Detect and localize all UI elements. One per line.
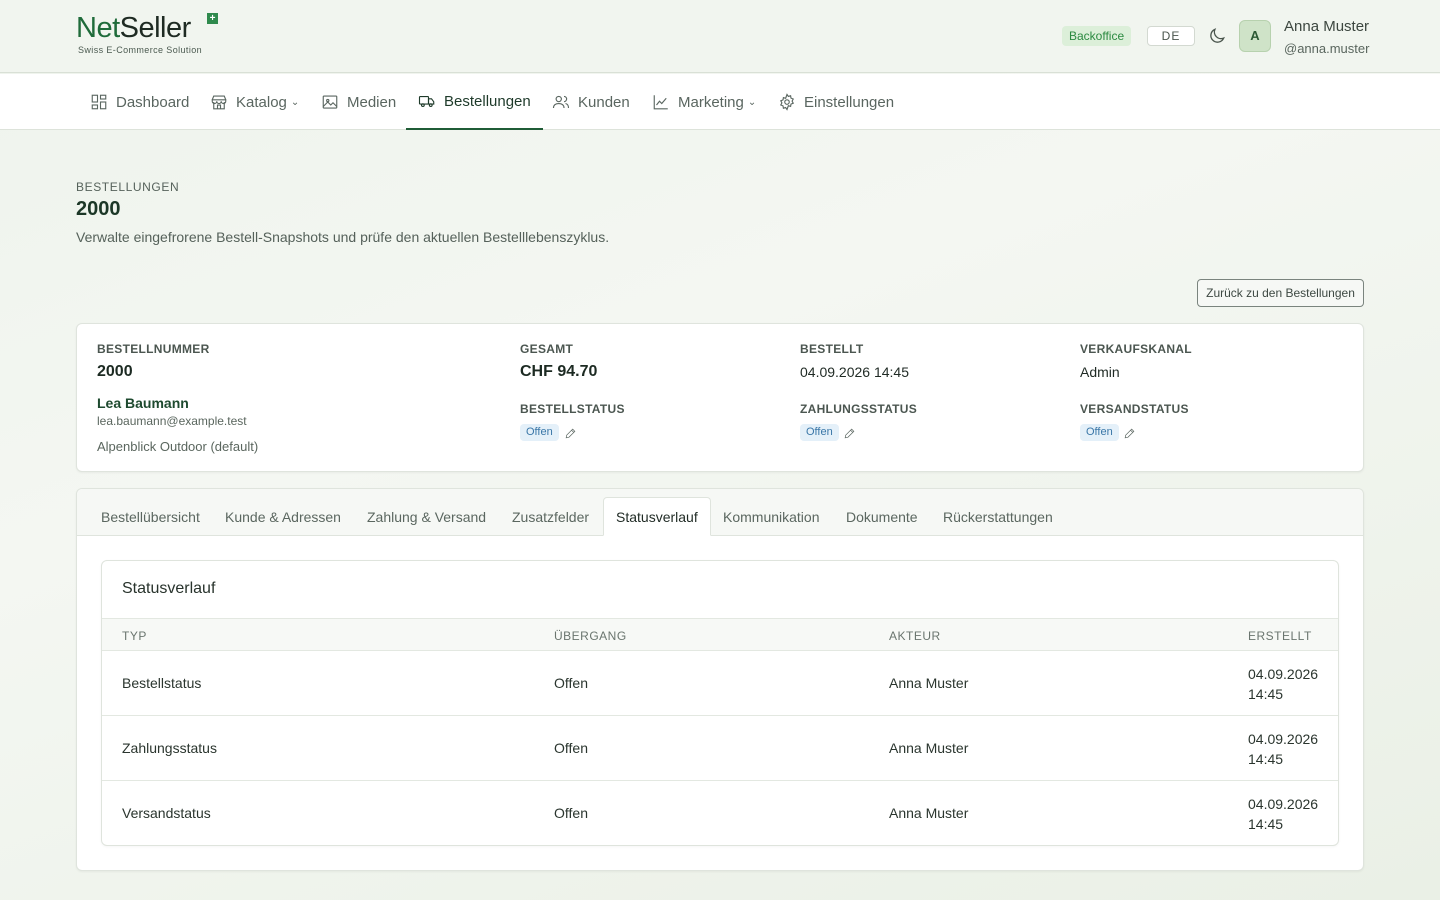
users-icon: [552, 95, 570, 109]
nav-item-kunden[interactable]: Kunden: [540, 74, 642, 130]
main-nav: Dashboard Katalog ⌄ Medien Bestellungen …: [0, 74, 1440, 130]
nav-label: Katalog: [236, 93, 287, 111]
logo-tagline: Swiss E-Commerce Solution: [78, 45, 203, 55]
logo-seller: Seller: [119, 12, 192, 44]
chevron-down-icon: ⌄: [747, 96, 757, 108]
cell-transition: Offen: [554, 740, 588, 756]
column-header-akteur: AKTEUR: [889, 629, 941, 643]
shipping-status-badge: Offen: [1080, 424, 1119, 441]
table-row: Bestellstatus Offen Anna Muster 04.09.20…: [102, 651, 1338, 716]
nav-item-einstellungen[interactable]: Einstellungen: [766, 74, 906, 130]
table-row: Versandstatus Offen Anna Muster 04.09.20…: [102, 781, 1338, 846]
gear-icon: [779, 93, 795, 111]
cell-time: 14:45: [1248, 686, 1284, 702]
nav-label: Medien: [347, 93, 397, 111]
cell-type: Versandstatus: [122, 805, 211, 821]
order-status-label: BESTELLSTATUS: [520, 402, 625, 416]
order-status-badge: Offen: [520, 424, 559, 441]
edit-pencil-icon[interactable]: [843, 427, 856, 440]
order-total: CHF 94.70: [520, 363, 598, 380]
logo-net: Net: [76, 12, 120, 44]
customer-name[interactable]: Lea Baumann: [97, 395, 189, 411]
cell-date: 04.09.2026: [1248, 731, 1319, 747]
channel-label: VERKAUFSKANAL: [1080, 342, 1192, 356]
cell-date: 04.09.2026: [1248, 666, 1319, 682]
nav-item-marketing[interactable]: Marketing ⌄: [640, 74, 768, 130]
avatar[interactable]: A: [1239, 20, 1271, 52]
cell-transition: Offen: [554, 805, 588, 821]
tab-zusatzfelder[interactable]: Zusatzfelder: [512, 509, 589, 525]
tab-kommunikation[interactable]: Kommunikation: [723, 509, 820, 525]
image-icon: [322, 95, 338, 109]
shop-name: Alpenblick Outdoor (default): [97, 439, 259, 454]
nav-label: Dashboard: [116, 93, 190, 111]
nav-item-medien[interactable]: Medien: [309, 74, 408, 130]
top-bar: NetSeller + Swiss E-Commerce Solution Ba…: [0, 0, 1440, 73]
chevron-down-icon: ⌄: [290, 96, 300, 108]
netseller-logo[interactable]: NetSeller + Swiss E-Commerce Solution: [76, 12, 226, 60]
column-header-erstellt: ERSTELLT: [1248, 629, 1312, 643]
nav-item-dashboard[interactable]: Dashboard: [78, 74, 201, 130]
order-summary-card: BESTELLNUMMER 2000 Lea Baumann lea.bauma…: [76, 323, 1364, 472]
nav-label: Bestellungen: [444, 92, 531, 110]
cell-time: 14:45: [1248, 751, 1284, 767]
column-header-uebergang: ÜBERGANG: [554, 629, 627, 643]
truck-icon: [418, 95, 435, 108]
cell-actor: Anna Muster: [889, 805, 969, 821]
moon-icon[interactable]: [1207, 26, 1227, 46]
backoffice-badge: Backoffice: [1062, 26, 1132, 46]
status-history-panel: Statusverlauf TYP ÜBERGANG AKTEUR ERSTEL…: [101, 560, 1339, 846]
edit-pencil-icon[interactable]: [564, 427, 577, 440]
customer-email: lea.baumann@example.test: [97, 414, 247, 428]
cell-transition: Offen: [554, 675, 588, 691]
cell-created: 04.09.2026 14:45: [1248, 794, 1328, 834]
tab-bestelluebersicht[interactable]: Bestellübersicht: [101, 509, 200, 525]
cell-time: 14:45: [1248, 816, 1284, 832]
edit-pencil-icon[interactable]: [1123, 427, 1136, 440]
cell-type: Bestellstatus: [122, 675, 202, 691]
shipping-status-label: VERSANDSTATUS: [1080, 402, 1189, 416]
ordered-date: 04.09.2026 14:45: [800, 364, 909, 380]
dashboard-icon: [91, 94, 107, 110]
tab-statusverlauf[interactable]: Statusverlauf: [603, 497, 711, 536]
language-switcher[interactable]: DE: [1147, 26, 1195, 46]
tab-kunde-adressen[interactable]: Kunde & Adressen: [225, 509, 341, 525]
user-handle: @anna.muster: [1284, 41, 1370, 56]
chart-icon: [653, 95, 668, 110]
total-label: GESAMT: [520, 342, 574, 356]
page-eyebrow: BESTELLUNGEN: [76, 180, 180, 194]
nav-item-katalog[interactable]: Katalog ⌄: [198, 74, 311, 130]
nav-label: Einstellungen: [804, 93, 895, 111]
payment-status-badge: Offen: [800, 424, 839, 441]
back-to-orders-button[interactable]: Zurück zu den Bestellungen: [1197, 279, 1364, 307]
cell-actor: Anna Muster: [889, 740, 969, 756]
payment-status-label: ZAHLUNGSSTATUS: [800, 402, 918, 416]
cell-type: Zahlungsstatus: [122, 740, 217, 756]
tab-rueckerstattungen[interactable]: Rückerstattungen: [943, 509, 1053, 525]
tab-dokumente[interactable]: Dokumente: [846, 509, 918, 525]
cell-created: 04.09.2026 14:45: [1248, 729, 1328, 769]
panel-title: Statusverlauf: [122, 580, 216, 597]
cell-created: 04.09.2026 14:45: [1248, 664, 1328, 704]
nav-label: Kunden: [578, 93, 630, 111]
ordered-label: BESTELLT: [800, 342, 864, 356]
order-number-label: BESTELLNUMMER: [97, 342, 210, 356]
sales-channel: Admin: [1080, 364, 1120, 380]
page-title: 2000: [76, 198, 121, 220]
store-icon: [211, 95, 227, 110]
nav-item-bestellungen[interactable]: Bestellungen: [406, 74, 543, 130]
order-number: 2000: [97, 363, 133, 380]
page-description: Verwalte eingefrorene Bestell-Snapshots …: [76, 229, 610, 245]
nav-label: Marketing: [678, 93, 744, 111]
cell-actor: Anna Muster: [889, 675, 969, 691]
tab-zahlung-versand[interactable]: Zahlung & Versand: [367, 509, 486, 525]
column-header-typ: TYP: [122, 629, 147, 643]
order-detail-tabs-card: Bestellübersicht Kunde & Adressen Zahlun…: [76, 488, 1364, 871]
tab-bar: Bestellübersicht Kunde & Adressen Zahlun…: [77, 489, 1363, 536]
table-header: TYP ÜBERGANG AKTEUR ERSTELLT: [102, 618, 1338, 651]
cell-date: 04.09.2026: [1248, 796, 1319, 812]
logo-plus-icon: +: [207, 13, 218, 24]
table-row: Zahlungsstatus Offen Anna Muster 04.09.2…: [102, 716, 1338, 781]
user-name: Anna Muster: [1284, 18, 1370, 35]
